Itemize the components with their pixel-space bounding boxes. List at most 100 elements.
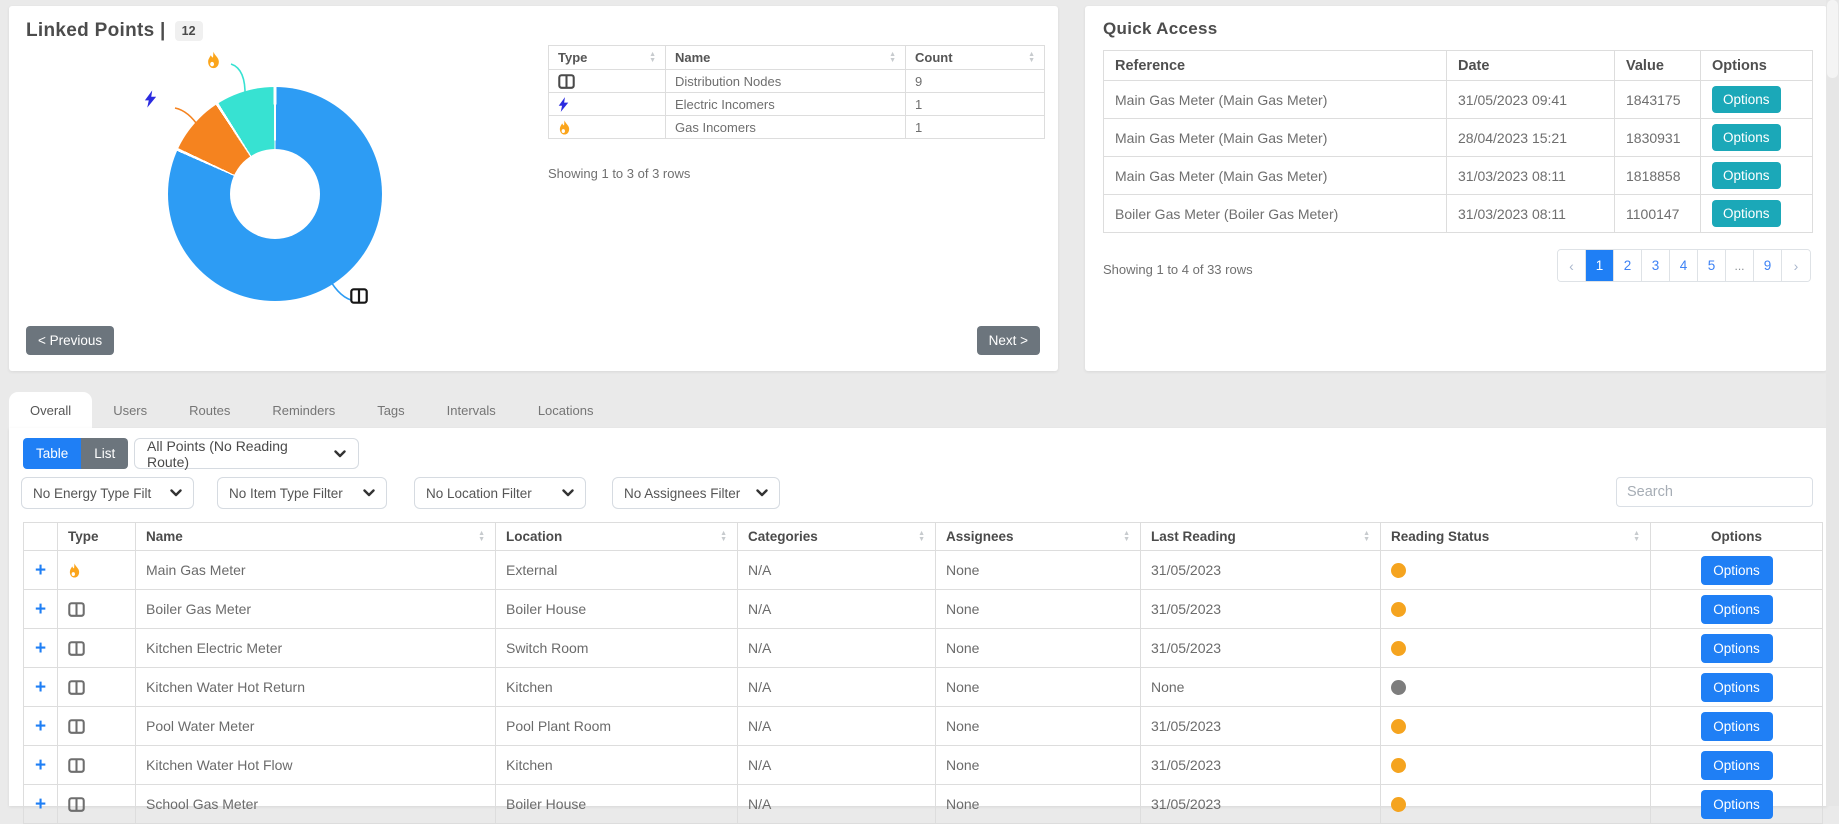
reference-cell: Main Gas Meter (Main Gas Meter) bbox=[1103, 118, 1447, 157]
col-name[interactable]: Name bbox=[135, 522, 496, 551]
reading-status-indicator bbox=[1391, 797, 1406, 813]
date-cell: 31/03/2023 08:11 bbox=[1446, 156, 1615, 195]
last-reading-cell: 31/05/2023 bbox=[1140, 550, 1381, 590]
name-cell: Pool Water Meter bbox=[135, 706, 496, 746]
pagination-prev[interactable]: ‹ bbox=[1558, 250, 1586, 281]
last-reading-cell: 31/05/2023 bbox=[1140, 706, 1381, 746]
pagination-page-1[interactable]: 1 bbox=[1586, 250, 1614, 281]
date-cell: 31/05/2023 09:41 bbox=[1446, 80, 1615, 119]
options-button[interactable]: Options bbox=[1700, 711, 1773, 741]
col-date: Date bbox=[1446, 50, 1615, 81]
last-reading-cell: 31/05/2023 bbox=[1140, 745, 1381, 785]
options-button[interactable]: Options bbox=[1700, 633, 1773, 663]
sort-icon[interactable] bbox=[720, 531, 727, 543]
pagination-page-2[interactable]: 2 bbox=[1614, 250, 1642, 281]
tab-intervals[interactable]: Intervals bbox=[426, 392, 517, 428]
linked-points-donut-chart[interactable] bbox=[168, 87, 382, 301]
type-name: Distribution Nodes bbox=[665, 69, 906, 93]
reading-status-indicator bbox=[1391, 641, 1406, 657]
sort-icon[interactable] bbox=[918, 531, 925, 543]
tab-routes[interactable]: Routes bbox=[168, 392, 251, 428]
search-input[interactable] bbox=[1616, 477, 1813, 507]
expand-row-icon[interactable]: + bbox=[35, 716, 46, 737]
expand-row-icon[interactable]: + bbox=[35, 560, 46, 581]
table-header-row: Type Name Location Categories Assignees … bbox=[23, 522, 1823, 551]
distribution-node-icon bbox=[68, 719, 85, 734]
expand-row-icon[interactable]: + bbox=[35, 638, 46, 659]
assignees-filter-select[interactable]: No Assignees Filter bbox=[612, 477, 780, 509]
col-name[interactable]: Name bbox=[665, 45, 906, 70]
col-location[interactable]: Location bbox=[495, 522, 738, 551]
location-cell: Kitchen bbox=[495, 745, 738, 785]
page-scrollbar[interactable] bbox=[1826, 0, 1839, 806]
pagination-page-4[interactable]: 4 bbox=[1670, 250, 1698, 281]
view-toggle: Table List bbox=[23, 438, 129, 469]
previous-button[interactable]: < Previous bbox=[26, 326, 115, 355]
tab-overall[interactable]: Overall bbox=[9, 392, 93, 428]
sort-icon[interactable] bbox=[1363, 531, 1370, 543]
options-button[interactable]: Options bbox=[1700, 750, 1773, 780]
assignees-cell: None bbox=[935, 628, 1141, 668]
distribution-node-icon bbox=[68, 797, 85, 812]
assignees-cell: None bbox=[935, 745, 1141, 785]
col-categories[interactable]: Categories bbox=[737, 522, 936, 551]
reading-status-indicator bbox=[1391, 563, 1406, 579]
expand-row-icon[interactable]: + bbox=[35, 794, 46, 815]
pagination: ‹ 1 2 3 4 5 ... 9 › bbox=[1557, 249, 1811, 282]
reference-cell: Boiler Gas Meter (Boiler Gas Meter) bbox=[1103, 194, 1447, 233]
pagination-page-3[interactable]: 3 bbox=[1642, 250, 1670, 281]
energy-type-filter-select[interactable]: No Energy Type Filt bbox=[21, 477, 194, 509]
sort-icon[interactable] bbox=[889, 52, 896, 64]
reading-route-select[interactable]: All Points (No Reading Route) bbox=[134, 438, 359, 470]
col-type[interactable]: Type bbox=[548, 45, 666, 70]
pagination-next[interactable]: › bbox=[1782, 250, 1810, 281]
gas-flame-icon bbox=[558, 120, 571, 135]
table-row: Boiler Gas Meter (Boiler Gas Meter) 31/0… bbox=[1103, 194, 1813, 233]
table-header-row: Reference Date Value Options bbox=[1103, 50, 1813, 81]
table-view-button[interactable]: Table bbox=[23, 438, 82, 469]
col-type: Type bbox=[57, 522, 136, 551]
col-reading-status[interactable]: Reading Status bbox=[1380, 522, 1651, 551]
categories-cell: N/A bbox=[737, 628, 936, 668]
options-button[interactable]: Options bbox=[1700, 594, 1773, 624]
table-row: Distribution Nodes 9 bbox=[548, 69, 1045, 93]
item-type-filter-select[interactable]: No Item Type Filter bbox=[217, 477, 387, 509]
col-last-reading[interactable]: Last Reading bbox=[1140, 522, 1381, 551]
expand-row-icon[interactable]: + bbox=[35, 677, 46, 698]
sort-icon[interactable] bbox=[1633, 531, 1640, 543]
scrollbar-thumb[interactable] bbox=[1827, 0, 1838, 78]
options-button[interactable]: Options bbox=[1700, 555, 1773, 585]
table-row: + School Gas Meter Boiler House N/A None… bbox=[23, 784, 1823, 824]
location-filter-select[interactable]: No Location Filter bbox=[414, 477, 586, 509]
section-tabs: Overall Users Routes Reminders Tags Inte… bbox=[9, 392, 614, 428]
gas-flame-icon bbox=[68, 563, 81, 578]
col-assignees[interactable]: Assignees bbox=[935, 522, 1141, 551]
tab-users[interactable]: Users bbox=[92, 392, 168, 428]
pagination-page-5[interactable]: 5 bbox=[1698, 250, 1726, 281]
sort-icon[interactable] bbox=[1123, 531, 1130, 543]
table-row: + Boiler Gas Meter Boiler House N/A None… bbox=[23, 589, 1823, 629]
sort-icon[interactable] bbox=[649, 52, 656, 64]
options-button[interactable]: Options bbox=[1712, 200, 1781, 227]
expand-row-icon[interactable]: + bbox=[35, 599, 46, 620]
tab-reminders[interactable]: Reminders bbox=[251, 392, 356, 428]
quick-access-table: Reference Date Value Options Main Gas Me… bbox=[1103, 50, 1813, 233]
options-button[interactable]: Options bbox=[1712, 162, 1781, 189]
distribution-node-icon bbox=[558, 74, 575, 89]
sort-icon[interactable] bbox=[478, 531, 485, 543]
pagination-page-9[interactable]: 9 bbox=[1754, 250, 1782, 281]
col-count[interactable]: Count bbox=[905, 45, 1045, 70]
sort-icon[interactable] bbox=[1028, 52, 1035, 64]
col-options: Options bbox=[1650, 522, 1823, 551]
tab-locations[interactable]: Locations bbox=[517, 392, 615, 428]
tab-tags[interactable]: Tags bbox=[356, 392, 425, 428]
options-button[interactable]: Options bbox=[1700, 672, 1773, 702]
list-view-button[interactable]: List bbox=[81, 438, 129, 469]
options-button[interactable]: Options bbox=[1712, 86, 1781, 113]
options-button[interactable]: Options bbox=[1700, 789, 1773, 819]
options-button[interactable]: Options bbox=[1712, 124, 1781, 151]
next-button[interactable]: Next > bbox=[976, 326, 1040, 355]
name-cell: Kitchen Water Hot Return bbox=[135, 667, 496, 707]
expand-row-icon[interactable]: + bbox=[35, 755, 46, 776]
table-row: Main Gas Meter (Main Gas Meter) 28/04/20… bbox=[1103, 118, 1813, 157]
